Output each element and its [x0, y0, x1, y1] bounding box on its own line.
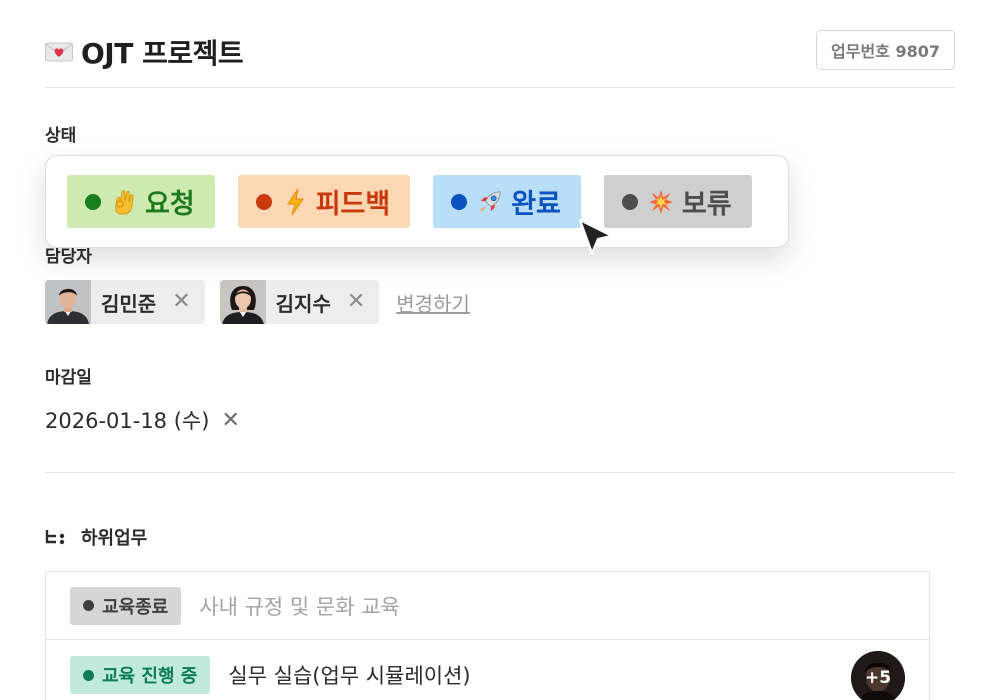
page-header: OJT 프로젝트 업무번호 9807	[45, 30, 955, 74]
status-dot	[621, 193, 638, 210]
status-option-request[interactable]: 요청	[67, 175, 215, 228]
status-dot	[83, 669, 94, 681]
status-option-hold[interactable]: 보류	[603, 175, 752, 228]
subtask-status-tag: 교육 진행 중	[70, 656, 211, 694]
due-date-label: 마감일	[45, 368, 92, 388]
status-option-label: 피드백	[315, 189, 391, 220]
subtask-header: 하위업무	[45, 524, 147, 550]
status-dot	[451, 193, 468, 210]
ok-hand-icon	[111, 188, 137, 216]
status-dot	[255, 193, 272, 210]
divider	[45, 87, 955, 88]
mouse-cursor-icon	[578, 218, 616, 260]
subtask-list: 교육종료 사내 규정 및 문화 교육 교육 진행 중 실무 실습(업무 시뮬레이…	[45, 571, 930, 700]
clear-due-date-button[interactable]: ✕	[221, 408, 239, 433]
task-number-badge: 업무번호 9807	[816, 30, 955, 70]
remove-assignee-button[interactable]: ✕	[172, 291, 190, 313]
change-assignee-link[interactable]: 변경하기	[396, 288, 470, 317]
status-option-label: 보류	[681, 189, 732, 220]
status-option-label: 요청	[145, 189, 195, 220]
subtask-row[interactable]: 교육 진행 중 실무 실습(업무 시뮬레이션) +5	[46, 641, 929, 700]
assignee-chip[interactable]: 김민준 ✕	[45, 280, 205, 324]
envelope-heart-icon	[45, 42, 73, 62]
due-date-value: 2026-01-18 (수)	[45, 409, 210, 433]
assignee-chip[interactable]: 김지수 ✕	[219, 280, 380, 324]
avatar	[219, 280, 266, 324]
subtask-status-tag: 교육종료	[70, 586, 182, 625]
status-option-feedback[interactable]: 피드백	[237, 175, 411, 228]
divider	[45, 472, 955, 473]
subtask-name: 사내 규정 및 문화 교육	[199, 594, 400, 619]
assignee-name: 김민준	[101, 291, 157, 316]
status-label: 상태	[45, 126, 77, 146]
status-dot	[85, 193, 101, 210]
status-dropdown: 요청 피드백 완료 보류	[45, 155, 789, 248]
rocket-icon	[477, 188, 503, 216]
more-assignees-avatar[interactable]: +5	[851, 651, 905, 700]
lightning-icon	[282, 188, 308, 216]
status-dot	[83, 600, 94, 611]
page-title: OJT 프로젝트	[81, 37, 244, 70]
collision-icon	[648, 188, 674, 216]
subtask-name: 실무 실습(업무 시뮬레이션)	[228, 664, 471, 688]
remove-assignee-button[interactable]: ✕	[347, 291, 365, 313]
subtask-tree-icon	[45, 528, 67, 546]
due-date-field[interactable]: 2026-01-18 (수) ✕	[45, 405, 240, 435]
subtask-status-label: 교육종료	[102, 596, 169, 618]
avatar	[45, 280, 91, 324]
status-option-label: 완료	[511, 189, 561, 220]
assignee-name: 김지수	[275, 291, 331, 316]
subtask-title: 하위업무	[81, 528, 148, 549]
subtask-status-label: 교육 진행 중	[102, 666, 198, 687]
subtask-row[interactable]: 교육종료 사내 규정 및 문화 교육	[46, 572, 929, 640]
assignee-list: 김민준 ✕ 김지수 ✕ 변경하기	[45, 280, 470, 324]
status-option-done[interactable]: 완료	[433, 175, 581, 228]
more-assignees-count: +5	[864, 668, 892, 688]
